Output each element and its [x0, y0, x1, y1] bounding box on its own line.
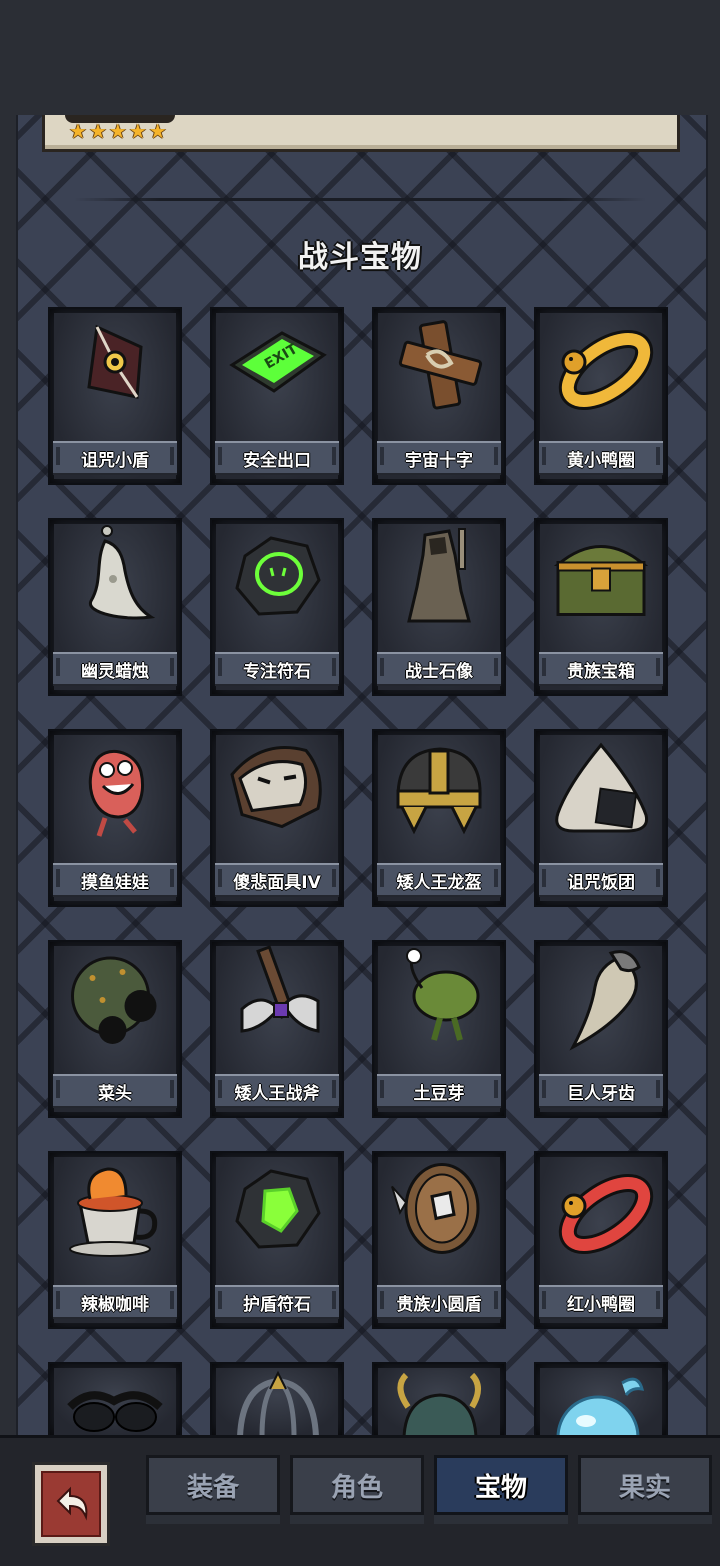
cabbage-head-icon [63, 948, 168, 1052]
treasure-label: 护盾符石 [215, 1285, 339, 1319]
treasure-slot[interactable]: 护盾符石 [210, 1151, 344, 1329]
treasure-slot[interactable]: 贵族小圆盾 [372, 1151, 506, 1329]
warrior-statue-icon [389, 521, 489, 635]
treasure-slot[interactable] [48, 1362, 182, 1435]
back-button-face [41, 1471, 101, 1537]
treasure-label: 傻悲面具IV [215, 863, 339, 897]
treasure-slot[interactable]: 傻悲面具IV [210, 729, 344, 907]
treasure-label: 幽灵蜡烛 [53, 652, 177, 686]
treasure-slot[interactable]: 幽灵蜡烛 [48, 518, 182, 696]
tab-equipment[interactable]: 装备 [146, 1455, 280, 1515]
treasure-slot[interactable]: 专注符石 [210, 518, 344, 696]
treasure-label: 巨人牙齿 [539, 1074, 663, 1108]
cursed-shield-icon [67, 317, 163, 417]
treasure-label: 摸鱼娃娃 [53, 863, 177, 897]
treasure-slot[interactable]: EXIT 安全出口 [210, 307, 344, 485]
sad-mask-icon [222, 735, 332, 844]
treasure-label: 矮人王战斧 [215, 1074, 339, 1108]
treasure-slot[interactable] [372, 1362, 506, 1439]
treasure-slot[interactable] [534, 1362, 668, 1479]
horned-helmet-icon [384, 1367, 494, 1441]
tab-character[interactable]: 角色 [290, 1455, 424, 1515]
treasure-label: 菜头 [53, 1074, 177, 1108]
treasure-label: 安全出口 [215, 441, 339, 475]
cursed-riceball-icon [546, 737, 656, 841]
red-duck-ring-icon [546, 1164, 656, 1258]
treasure-grid: 诅咒小盾 EXIT 安全出口 宇宙十字 黄小鸭圈幽灵蜡烛 专注符石 战士石像 贵族宝箱摸鱼娃娃… [0, 0, 720, 1479]
treasure-label: 贵族宝箱 [539, 652, 663, 686]
treasure-label: 战士石像 [377, 652, 501, 686]
dwarf-axe-icon [222, 943, 332, 1057]
treasure-label: 专注符石 [215, 652, 339, 686]
noble-chest-icon [546, 529, 656, 628]
cage-icon [222, 1367, 332, 1441]
fish-doll-icon [65, 732, 165, 846]
treasure-slot[interactable]: 诅咒小盾 [48, 307, 182, 485]
treasure-slot[interactable]: 诅咒饭团 [534, 729, 668, 907]
treasure-slot[interactable]: 贵族宝箱 [534, 518, 668, 696]
treasure-label: 红小鸭圈 [539, 1285, 663, 1319]
treasure-label: 辣椒咖啡 [53, 1285, 177, 1319]
tab-treasure[interactable]: 宝物 [434, 1455, 568, 1515]
chili-coffee-icon [60, 1159, 170, 1263]
treasure-label: 贵族小圆盾 [377, 1285, 501, 1319]
tab-fruit[interactable]: 果实 [578, 1455, 712, 1515]
treasure-label: 矮人王龙盔 [377, 863, 501, 897]
treasure-slot[interactable]: 菜头 [48, 940, 182, 1118]
treasure-slot[interactable]: 红小鸭圈 [534, 1151, 668, 1329]
treasure-label: 诅咒饭团 [539, 863, 663, 897]
treasure-slot[interactable]: 矮人王战斧 [210, 940, 344, 1118]
treasure-label: 黄小鸭圈 [539, 441, 663, 475]
treasure-label: 诅咒小盾 [53, 441, 177, 475]
shield-rune-icon [227, 1159, 327, 1263]
dwarf-helmet-icon [384, 737, 494, 841]
focus-rune-icon [227, 526, 327, 630]
treasure-slot[interactable] [210, 1362, 344, 1438]
back-button[interactable] [32, 1462, 110, 1546]
ghost-candle-icon [65, 521, 165, 635]
treasure-slot[interactable]: 宇宙十字 [372, 307, 506, 485]
treasure-label: 宇宙十字 [377, 441, 501, 475]
treasure-slot[interactable]: 辣椒咖啡 [48, 1151, 182, 1329]
treasure-slot[interactable]: 黄小鸭圈 [534, 307, 668, 485]
treasure-slot[interactable]: 土豆芽 [372, 940, 506, 1118]
treasure-slot[interactable]: 巨人牙齿 [534, 940, 668, 1118]
treasure-label: 土豆芽 [377, 1074, 501, 1108]
noble-buckler-icon [384, 1157, 494, 1266]
sunglasses-icon [60, 1367, 170, 1441]
treasure-slot[interactable]: 矮人王龙盔 [372, 729, 506, 907]
exit-sign-icon: EXIT [222, 325, 332, 409]
wooden-cross-icon [389, 315, 489, 419]
treasure-slot[interactable]: 摸鱼娃娃 [48, 729, 182, 907]
potato-sprout-icon [384, 948, 494, 1052]
treasure-slot[interactable]: 战士石像 [372, 518, 506, 696]
giant-tooth-icon [551, 943, 651, 1057]
water-orb-icon [546, 1367, 656, 1479]
yellow-duck-ring-icon [546, 320, 656, 414]
back-arrow-icon [56, 1486, 88, 1521]
